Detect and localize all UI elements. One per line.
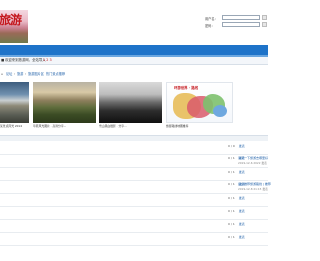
table-row[interactable]: 0 / 1 发表 (0, 167, 268, 181)
table-row[interactable]: 0 / 1 发表 请问一下旅游去哪里好 2019-12-6 2022 发表 (0, 154, 268, 168)
gallery-caption-2[interactable]: 草原风光图片 · 高清分享... (33, 124, 96, 129)
table-row[interactable]: 0 / 0 发表 (0, 141, 268, 155)
thread-date: 2019-12-6 2022 发表 (238, 161, 267, 165)
view-count: 1 (232, 209, 235, 213)
password-input[interactable] (222, 22, 260, 27)
home-icon[interactable]: ⌂ (1, 71, 3, 77)
notice-bar: ■ 欢迎来到旅游网，全站导入 1 2 3 (0, 57, 268, 65)
thread-link[interactable]: 后台推荐旅游路线 | 推荐 (238, 182, 271, 186)
username-input[interactable] (222, 15, 260, 20)
thread-date: 2019-12-8 21:15 发表 (238, 187, 268, 191)
row-meta: 0 / 1 发表 (228, 235, 245, 239)
view-count: 1 (232, 182, 235, 186)
author-link[interactable]: 发表 (239, 209, 245, 213)
gallery-image-grassland[interactable] (33, 82, 96, 123)
poster-title: 环游世界 · 路线 (174, 86, 198, 90)
thread-link[interactable]: 请问一下旅游去哪里好 (238, 156, 268, 160)
table-row[interactable]: 0 / 1 发表 后台推荐旅游路线 | 推荐 2019-12-8 21:15 发表 (0, 180, 271, 194)
password-label: 密码： (205, 24, 215, 28)
main-nav[interactable] (0, 45, 268, 55)
row-meta: 0 / 1 发表 (228, 222, 245, 226)
gallery-caption-1[interactable]: 某景点风光 2014 (0, 124, 29, 129)
view-count: 1 (232, 235, 235, 239)
table-row[interactable]: 0 / 1 发表 (0, 219, 268, 233)
view-count: 1 (232, 170, 235, 174)
gallery-caption-3[interactable]: 雪山黑白摄影 · 分享... (99, 124, 162, 129)
author-link[interactable]: 发表 (239, 222, 245, 226)
row-meta: 0 / 1 发表 (228, 209, 245, 213)
notice-pages[interactable]: 1 2 3 (43, 57, 52, 64)
row-meta: 0 / 1 发表 (228, 196, 245, 200)
logo-title: 旅游 (0, 13, 22, 27)
author-link[interactable]: 发表 (239, 170, 245, 174)
author-link[interactable]: 发表 (239, 235, 245, 239)
gallery-caption-4[interactable]: 旅游路线地图推荐 (166, 124, 233, 129)
view-count: 1 (232, 156, 235, 160)
login-options-button[interactable] (262, 15, 267, 20)
gallery-image-lake[interactable] (0, 82, 29, 123)
view-count: 1 (232, 222, 235, 226)
breadcrumb-item-forum[interactable]: 论坛 (6, 71, 12, 77)
row-meta: 0 / 0 发表 (228, 144, 245, 148)
table-row[interactable]: 0 / 1 发表 (0, 206, 268, 220)
site-logo[interactable]: 旅游 (0, 10, 28, 43)
breadcrumb: ⌂ 论坛 › 旅游 › 旅游图片区 热门景点推荐 (1, 71, 66, 77)
login-button[interactable] (262, 22, 267, 27)
notice-text: 欢迎来到旅游网，全站导入 (5, 58, 46, 62)
breadcrumb-extra[interactable]: 热门景点推荐 (46, 71, 65, 77)
view-count: 0 (232, 144, 235, 148)
gallery-image-mountain[interactable] (99, 82, 162, 123)
breadcrumb-item-photos[interactable]: 旅游图片区 (28, 71, 44, 77)
view-count: 1 (232, 196, 235, 200)
author-link[interactable]: 发表 (239, 144, 245, 148)
breadcrumb-item-travel[interactable]: 旅游 (17, 71, 23, 77)
row-meta: 0 / 1 发表 (228, 170, 245, 174)
table-row[interactable]: 0 / 1 发表 (0, 232, 268, 246)
header: 旅游 用户名： 密码： (0, 0, 268, 45)
notice-icon: ■ (1, 58, 5, 62)
gallery-image-map-poster[interactable]: 环游世界 · 路线 (166, 82, 233, 123)
map-shape-south (213, 105, 227, 117)
username-label: 用户名： (205, 17, 218, 21)
author-link[interactable]: 发表 (239, 196, 245, 200)
table-row[interactable]: 0 / 1 发表 (0, 193, 268, 207)
